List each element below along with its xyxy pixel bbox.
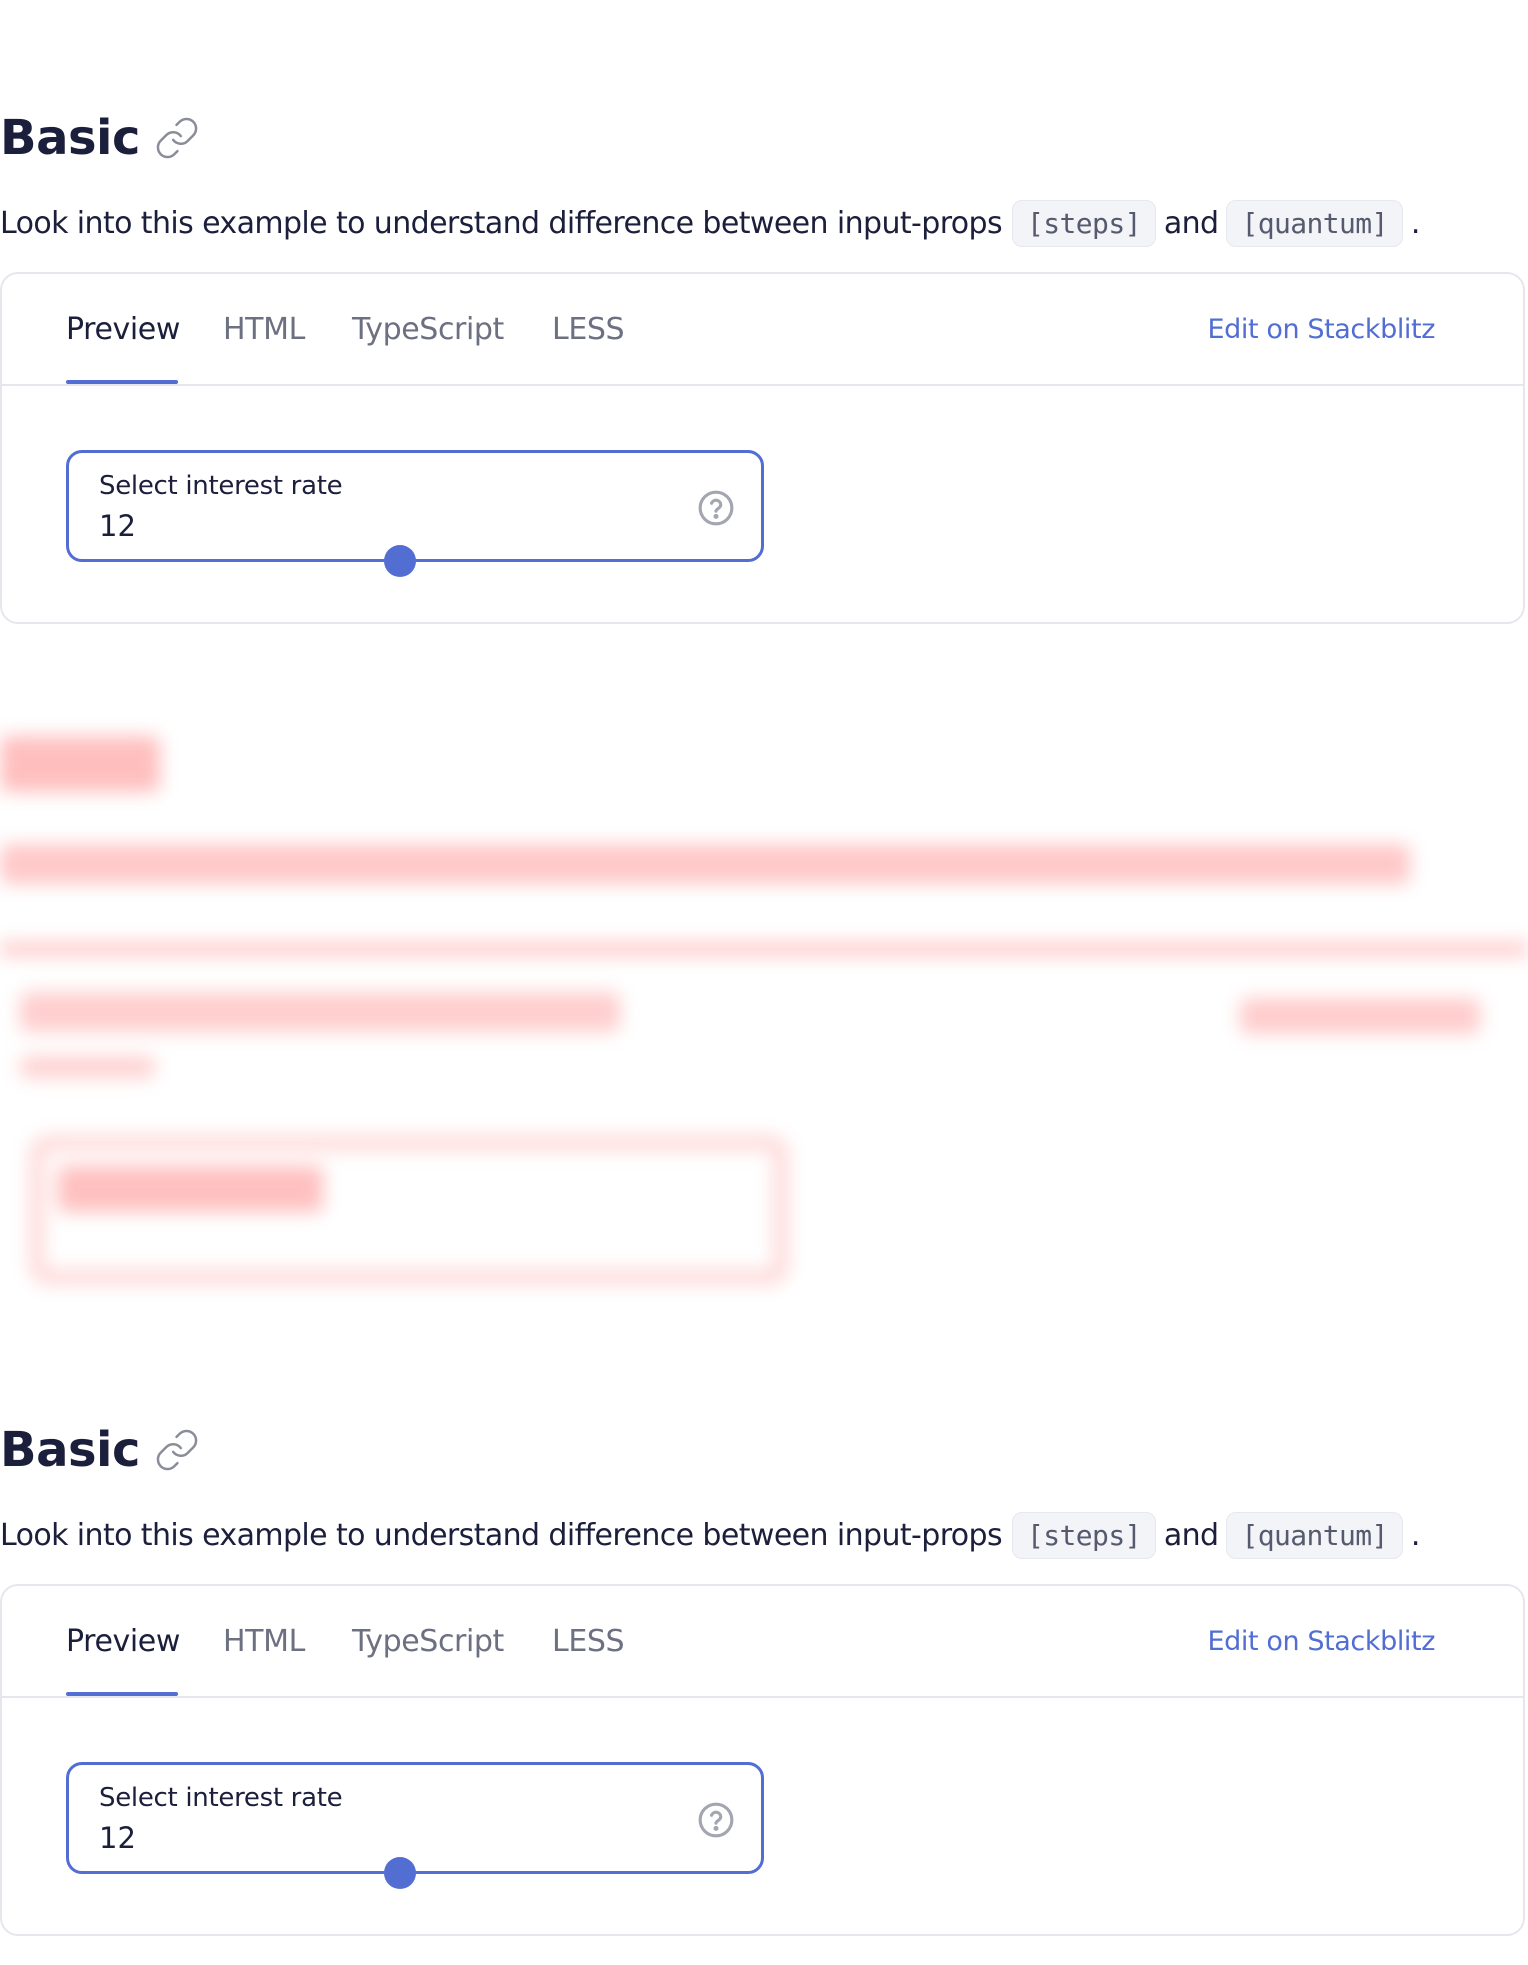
description-period: . — [1410, 1518, 1421, 1553]
tab-less[interactable]: LESS — [552, 312, 625, 347]
section-description: Look into this example to understand dif… — [0, 200, 1420, 247]
field-value[interactable]: 12 — [99, 509, 136, 543]
slider-thumb[interactable] — [383, 545, 416, 577]
tab-typescript[interactable]: TypeScript — [352, 1624, 504, 1659]
link-icon[interactable] — [154, 115, 200, 161]
section-heading: Basic — [0, 1422, 200, 1478]
question-circle-icon[interactable] — [697, 1801, 735, 1839]
ghost-description — [0, 844, 1410, 884]
field-label: Select interest rate — [99, 1783, 343, 1813]
tab-preview[interactable]: Preview — [66, 1624, 180, 1659]
example-card: Preview HTML TypeScript LESS Edit on Sta… — [0, 272, 1525, 624]
section-title: Basic — [0, 110, 140, 166]
field-label: Select interest rate — [99, 471, 343, 501]
code-steps: [steps] — [1012, 1512, 1156, 1559]
ghost-label — [58, 1166, 323, 1212]
edit-on-stackblitz-link[interactable]: Edit on Stackblitz — [1207, 1626, 1435, 1657]
field-value[interactable]: 12 — [99, 1821, 136, 1855]
description-and: and — [1163, 1518, 1219, 1553]
interest-rate-field[interactable]: Select interest rate 12 — [66, 1762, 764, 1889]
description-text: Look into this example to understand dif… — [0, 1518, 1003, 1553]
code-quantum: [quantum] — [1226, 200, 1403, 247]
interest-rate-field[interactable]: Select interest rate 12 — [66, 450, 764, 577]
description-period: . — [1410, 206, 1421, 241]
code-steps: [steps] — [1012, 200, 1156, 247]
example-card: Preview HTML TypeScript LESS Edit on Sta… — [0, 1584, 1525, 1936]
ghost-underline — [20, 1056, 155, 1078]
blurred-ghost-overlay — [0, 716, 1528, 1316]
tab-html[interactable]: HTML — [223, 1624, 305, 1659]
tab-bar: Preview HTML TypeScript LESS Edit on Sta… — [2, 274, 1523, 386]
question-circle-icon[interactable] — [697, 489, 735, 527]
section-heading: Basic — [0, 110, 200, 166]
link-icon[interactable] — [154, 1427, 200, 1473]
tab-bar: Preview HTML TypeScript LESS Edit on Sta… — [2, 1586, 1523, 1698]
ghost-tabs — [20, 992, 620, 1032]
description-and: and — [1163, 206, 1219, 241]
code-quantum: [quantum] — [1226, 1512, 1403, 1559]
slider-thumb[interactable] — [383, 1857, 416, 1889]
tab-preview[interactable]: Preview — [66, 312, 180, 347]
section-description: Look into this example to understand dif… — [0, 1512, 1420, 1559]
section-title: Basic — [0, 1422, 140, 1478]
ghost-divider — [0, 942, 1528, 956]
description-text: Look into this example to understand dif… — [0, 206, 1003, 241]
tab-less[interactable]: LESS — [552, 1624, 625, 1659]
active-tab-indicator — [66, 380, 178, 384]
tab-typescript[interactable]: TypeScript — [352, 312, 504, 347]
ghost-heading — [0, 736, 160, 792]
ghost-link — [1240, 998, 1480, 1034]
active-tab-indicator — [66, 1692, 178, 1696]
tab-html[interactable]: HTML — [223, 312, 305, 347]
edit-on-stackblitz-link[interactable]: Edit on Stackblitz — [1207, 314, 1435, 345]
